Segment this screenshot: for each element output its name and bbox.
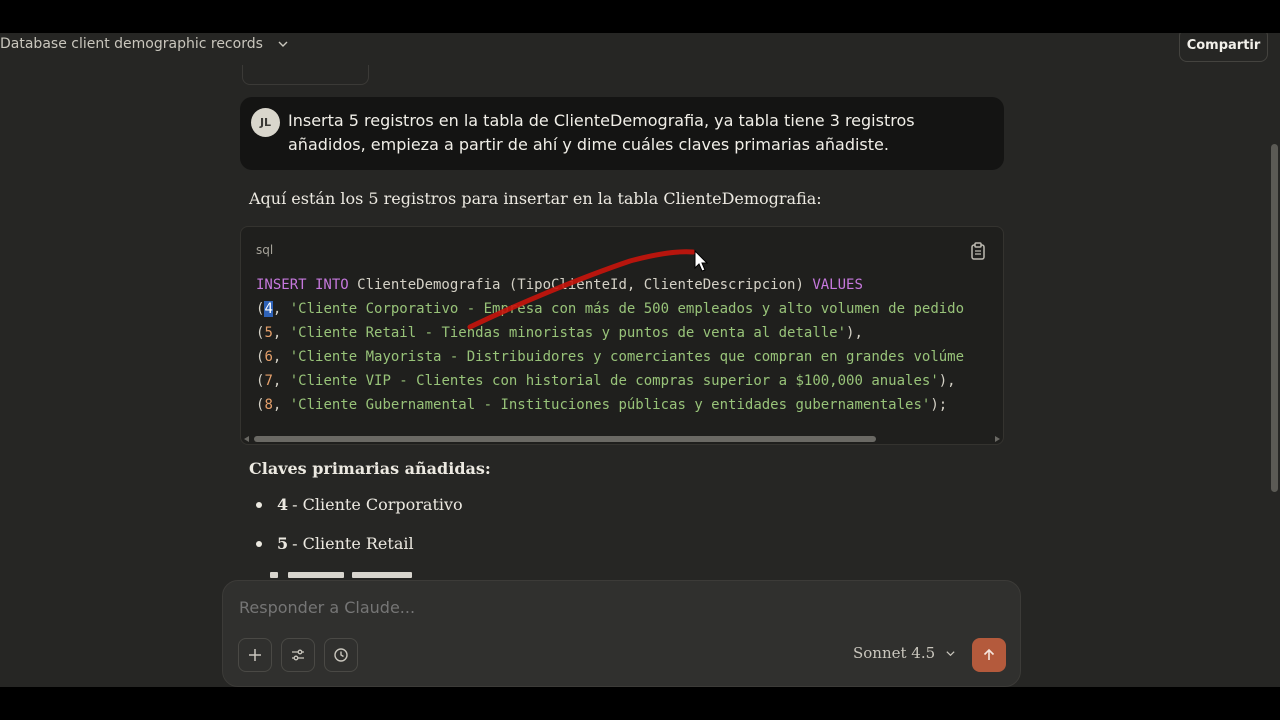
sql-number: 7 [264, 373, 273, 389]
user-message: JL Inserta 5 registros en la tabla de Cl… [240, 97, 1004, 170]
header: Database client demographic records Comp… [0, 33, 1280, 62]
sql-string: 'Cliente Gubernamental - Instituciones p… [289, 397, 931, 413]
list-item: 4- Cliente Corporativo [249, 495, 749, 534]
add-button[interactable] [238, 638, 272, 672]
video-letterbox-top [0, 0, 1280, 33]
code-horizontal-scrollbar[interactable] [241, 433, 1003, 444]
list-item: 5- Cliente Retail [249, 534, 749, 573]
assistant-intro: Aquí están los 5 registros para insertar… [249, 189, 822, 208]
chat-app: Database client demographic records Comp… [0, 33, 1280, 687]
previous-message-remnant [242, 65, 369, 85]
code-line: (7, 'Cliente VIP - Clientes con historia… [256, 373, 956, 389]
video-letterbox-bottom [0, 687, 1280, 720]
sql-string: 'Cliente Corporativo - Empresa con más d… [289, 301, 965, 317]
page-scrollbar[interactable] [1271, 144, 1278, 492]
chevron-down-icon [278, 41, 288, 47]
code-line: (6, 'Cliente Mayorista - Distribuidores … [256, 349, 965, 365]
reply-input[interactable] [239, 598, 939, 617]
key-label: - Cliente Retail [292, 534, 414, 553]
composer: Sonnet 4.5 [222, 580, 1021, 687]
sql-number: 6 [264, 349, 273, 365]
share-button[interactable]: Compartir [1179, 33, 1268, 62]
sql-keyword: VALUES [812, 277, 863, 293]
code-line: (4, 'Cliente Corporativo - Empresa con m… [256, 301, 965, 317]
key-number: 4 [277, 495, 289, 514]
code-line: INSERT INTO ClienteDemografia (TipoClien… [256, 273, 964, 297]
avatar: JL [251, 108, 280, 137]
model-selector[interactable]: Sonnet 4.5 [853, 644, 956, 662]
chevron-down-icon [946, 650, 955, 656]
arrow-up-icon [983, 648, 995, 660]
keys-heading: Claves primarias añadidas: [249, 459, 491, 478]
keys-list: 4- Cliente Corporativo 5- Cliente Retail [249, 495, 749, 573]
sql-keyword: INSERT INTO [256, 277, 349, 293]
code-content[interactable]: INSERT INTO ClienteDemografia (TipoClien… [256, 273, 964, 417]
code-line: (5, 'Cliente Retail - Tiendas minoristas… [256, 325, 863, 341]
tools-button[interactable] [281, 638, 315, 672]
scroll-left-icon[interactable] [244, 436, 249, 442]
history-button[interactable] [324, 638, 358, 672]
bullet-icon [256, 541, 262, 547]
send-button[interactable] [972, 638, 1006, 672]
user-message-text: Inserta 5 registros en la tabla de Clien… [288, 111, 915, 154]
sql-string: 'Cliente VIP - Clientes con historial de… [289, 373, 939, 389]
plus-icon [249, 649, 261, 661]
sql-string: 'Cliente Retail - Tiendas minoristas y p… [289, 325, 847, 341]
code-block: sql INSERT INTO ClienteDemografia (TipoC… [240, 226, 1004, 445]
code-line: (8, 'Cliente Gubernamental - Institucion… [256, 397, 948, 413]
clipboard-icon[interactable] [969, 241, 987, 261]
sql-string: 'Cliente Mayorista - Distribuidores y co… [289, 349, 965, 365]
code-language-label: sql [256, 243, 274, 257]
model-name: Sonnet 4.5 [853, 644, 936, 662]
key-label: - Cliente Corporativo [292, 495, 463, 514]
key-number: 5 [277, 534, 289, 553]
conversation-title-menu[interactable]: Database client demographic records [0, 36, 289, 52]
bullet-icon [256, 502, 262, 508]
sql-number: 8 [264, 397, 273, 413]
history-icon [334, 648, 348, 662]
code-scroll-thumb[interactable] [254, 436, 876, 442]
sql-number-selected: 4 [264, 301, 273, 317]
scroll-right-icon[interactable] [995, 436, 1000, 442]
sliders-icon [292, 649, 304, 661]
sql-number: 5 [264, 325, 273, 341]
conversation-title: Database client demographic records [0, 36, 263, 52]
clipped-list-item-remnant [262, 572, 432, 580]
sql-table: ClienteDemografia (TipoClienteId, Client… [348, 277, 813, 293]
